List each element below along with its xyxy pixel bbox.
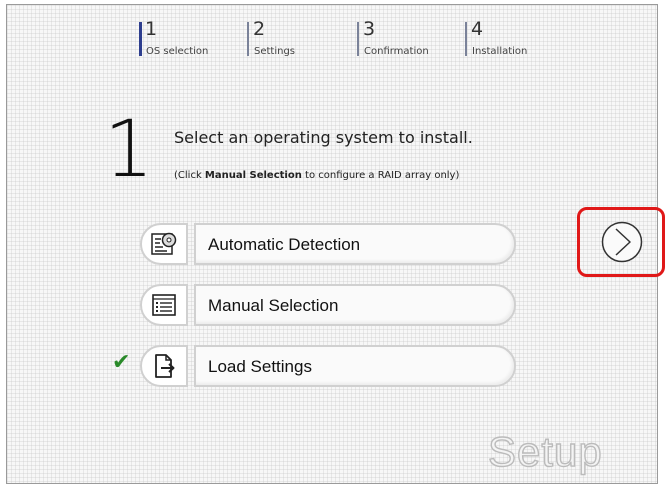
setup-watermark: Setup (487, 427, 603, 475)
step-4-label: Installation (472, 46, 528, 57)
list-icon (152, 294, 176, 316)
chevron-right-icon (601, 221, 643, 263)
step-2-label: Settings (254, 46, 296, 57)
page-subtitle: (Click Manual Selection to configure a R… (174, 170, 460, 181)
step-3-label: Confirmation (364, 46, 429, 57)
step-4-bar (465, 22, 467, 56)
load-settings-option[interactable]: Load Settings (140, 345, 518, 389)
step-2-bar (247, 22, 249, 56)
subtitle-emphasis: Manual Selection (204, 170, 302, 181)
disc-icon (151, 232, 177, 255)
automatic-detection-option[interactable]: Automatic Detection (140, 223, 518, 267)
manual-selection-button[interactable]: Manual Selection (194, 284, 516, 326)
current-step-number: 1 (104, 105, 154, 195)
step-4-number: 4 (471, 18, 484, 40)
step-1-number: 1 (145, 18, 158, 40)
automatic-detection-icon-box[interactable] (140, 223, 188, 265)
page-title: Select an operating system to install. (174, 128, 473, 147)
step-3-number: 3 (363, 18, 376, 40)
file-import-icon (155, 354, 175, 378)
step-2-number: 2 (253, 18, 266, 40)
step-1-active-bar (139, 22, 142, 56)
automatic-detection-button[interactable]: Automatic Detection (194, 223, 516, 265)
manual-selection-label: Manual Selection (208, 296, 339, 315)
manual-selection-icon-box[interactable] (140, 284, 188, 326)
load-settings-label: Load Settings (208, 357, 312, 376)
load-settings-button[interactable]: Load Settings (194, 345, 516, 387)
check-icon: ✔ (112, 350, 131, 375)
step-3-bar (357, 22, 359, 56)
automatic-detection-label: Automatic Detection (208, 235, 361, 254)
load-settings-icon-box[interactable] (140, 345, 188, 387)
next-button[interactable] (601, 221, 643, 263)
step-1-label: OS selection (146, 46, 209, 57)
manual-selection-option[interactable]: Manual Selection (140, 284, 518, 328)
